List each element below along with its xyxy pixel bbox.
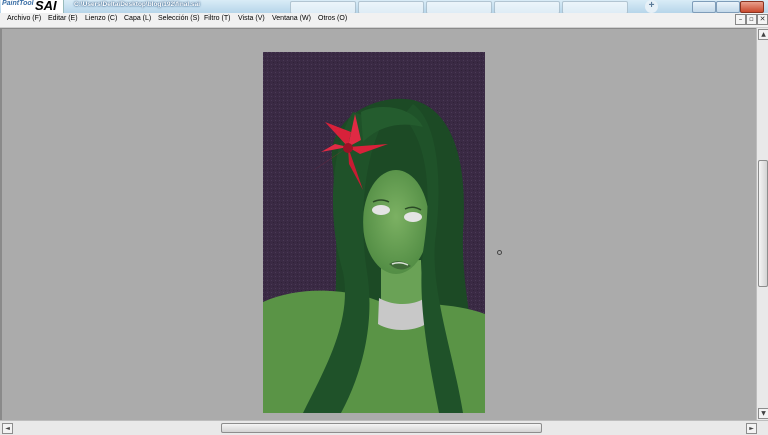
menu-editar[interactable]: Editar (E) [48, 15, 78, 22]
canvas-close-button[interactable]: ✕ [757, 14, 768, 25]
artwork-canvas[interactable] [263, 52, 485, 413]
window-controls [692, 0, 768, 13]
menu-lienzo[interactable]: Lienzo (C) [85, 15, 117, 22]
scroll-up-button[interactable]: ▲ [758, 29, 768, 40]
menu-archivo[interactable]: Archivo (F) [7, 15, 41, 22]
scroll-left-button[interactable]: ◄ [2, 423, 13, 434]
background-browser-tab [494, 1, 560, 13]
menu-seleccion[interactable]: Selección (S) [158, 15, 200, 22]
right-eye [404, 212, 422, 222]
title-bar[interactable]: PaintTool SAI C:\Users\Delta\Desktop\blo… [0, 0, 768, 13]
window-title: C:\Users\Delta\Desktop\blog\192\final.sa… [74, 1, 201, 8]
scroll-right-button[interactable]: ► [746, 423, 757, 434]
background-browser-tab [426, 1, 492, 13]
background-browser-tab [562, 1, 628, 13]
canvas-restore-button[interactable]: ▫ [746, 14, 757, 25]
logo-sai-text: SAI [35, 0, 57, 13]
background-browser-tab [290, 1, 356, 13]
menu-vista[interactable]: Vista (V) [238, 15, 265, 22]
logo-painttool-text: PaintTool [2, 0, 34, 7]
menu-otros[interactable]: Otros (O) [318, 15, 347, 22]
horizontal-scroll-thumb[interactable] [221, 423, 542, 433]
menu-filtro[interactable]: Filtro (T) [204, 15, 230, 22]
face [363, 170, 429, 274]
window-close-button[interactable] [740, 1, 764, 13]
canvas-minimize-button[interactable]: – [735, 14, 746, 25]
window-minimize-button[interactable] [692, 1, 716, 13]
brush-cursor [497, 250, 502, 255]
vertical-scroll-thumb[interactable] [758, 160, 768, 287]
menu-ventana[interactable]: Ventana (W) [272, 15, 311, 22]
left-eye [372, 205, 390, 215]
app-logo: PaintTool SAI [1, 0, 64, 13]
horizontal-scrollbar[interactable]: ◄ ► [0, 420, 768, 435]
menu-capa[interactable]: Capa (L) [124, 15, 151, 22]
scroll-down-button[interactable]: ▼ [758, 408, 768, 419]
background-browser-tab [358, 1, 424, 13]
window-maximize-button[interactable] [716, 1, 740, 13]
menu-bar: Archivo (F) Editar (E) Lienzo (C) Capa (… [0, 13, 768, 28]
background-new-tab-icon: + [645, 0, 658, 13]
vertical-scrollbar[interactable]: ▲ ▼ [756, 28, 768, 420]
